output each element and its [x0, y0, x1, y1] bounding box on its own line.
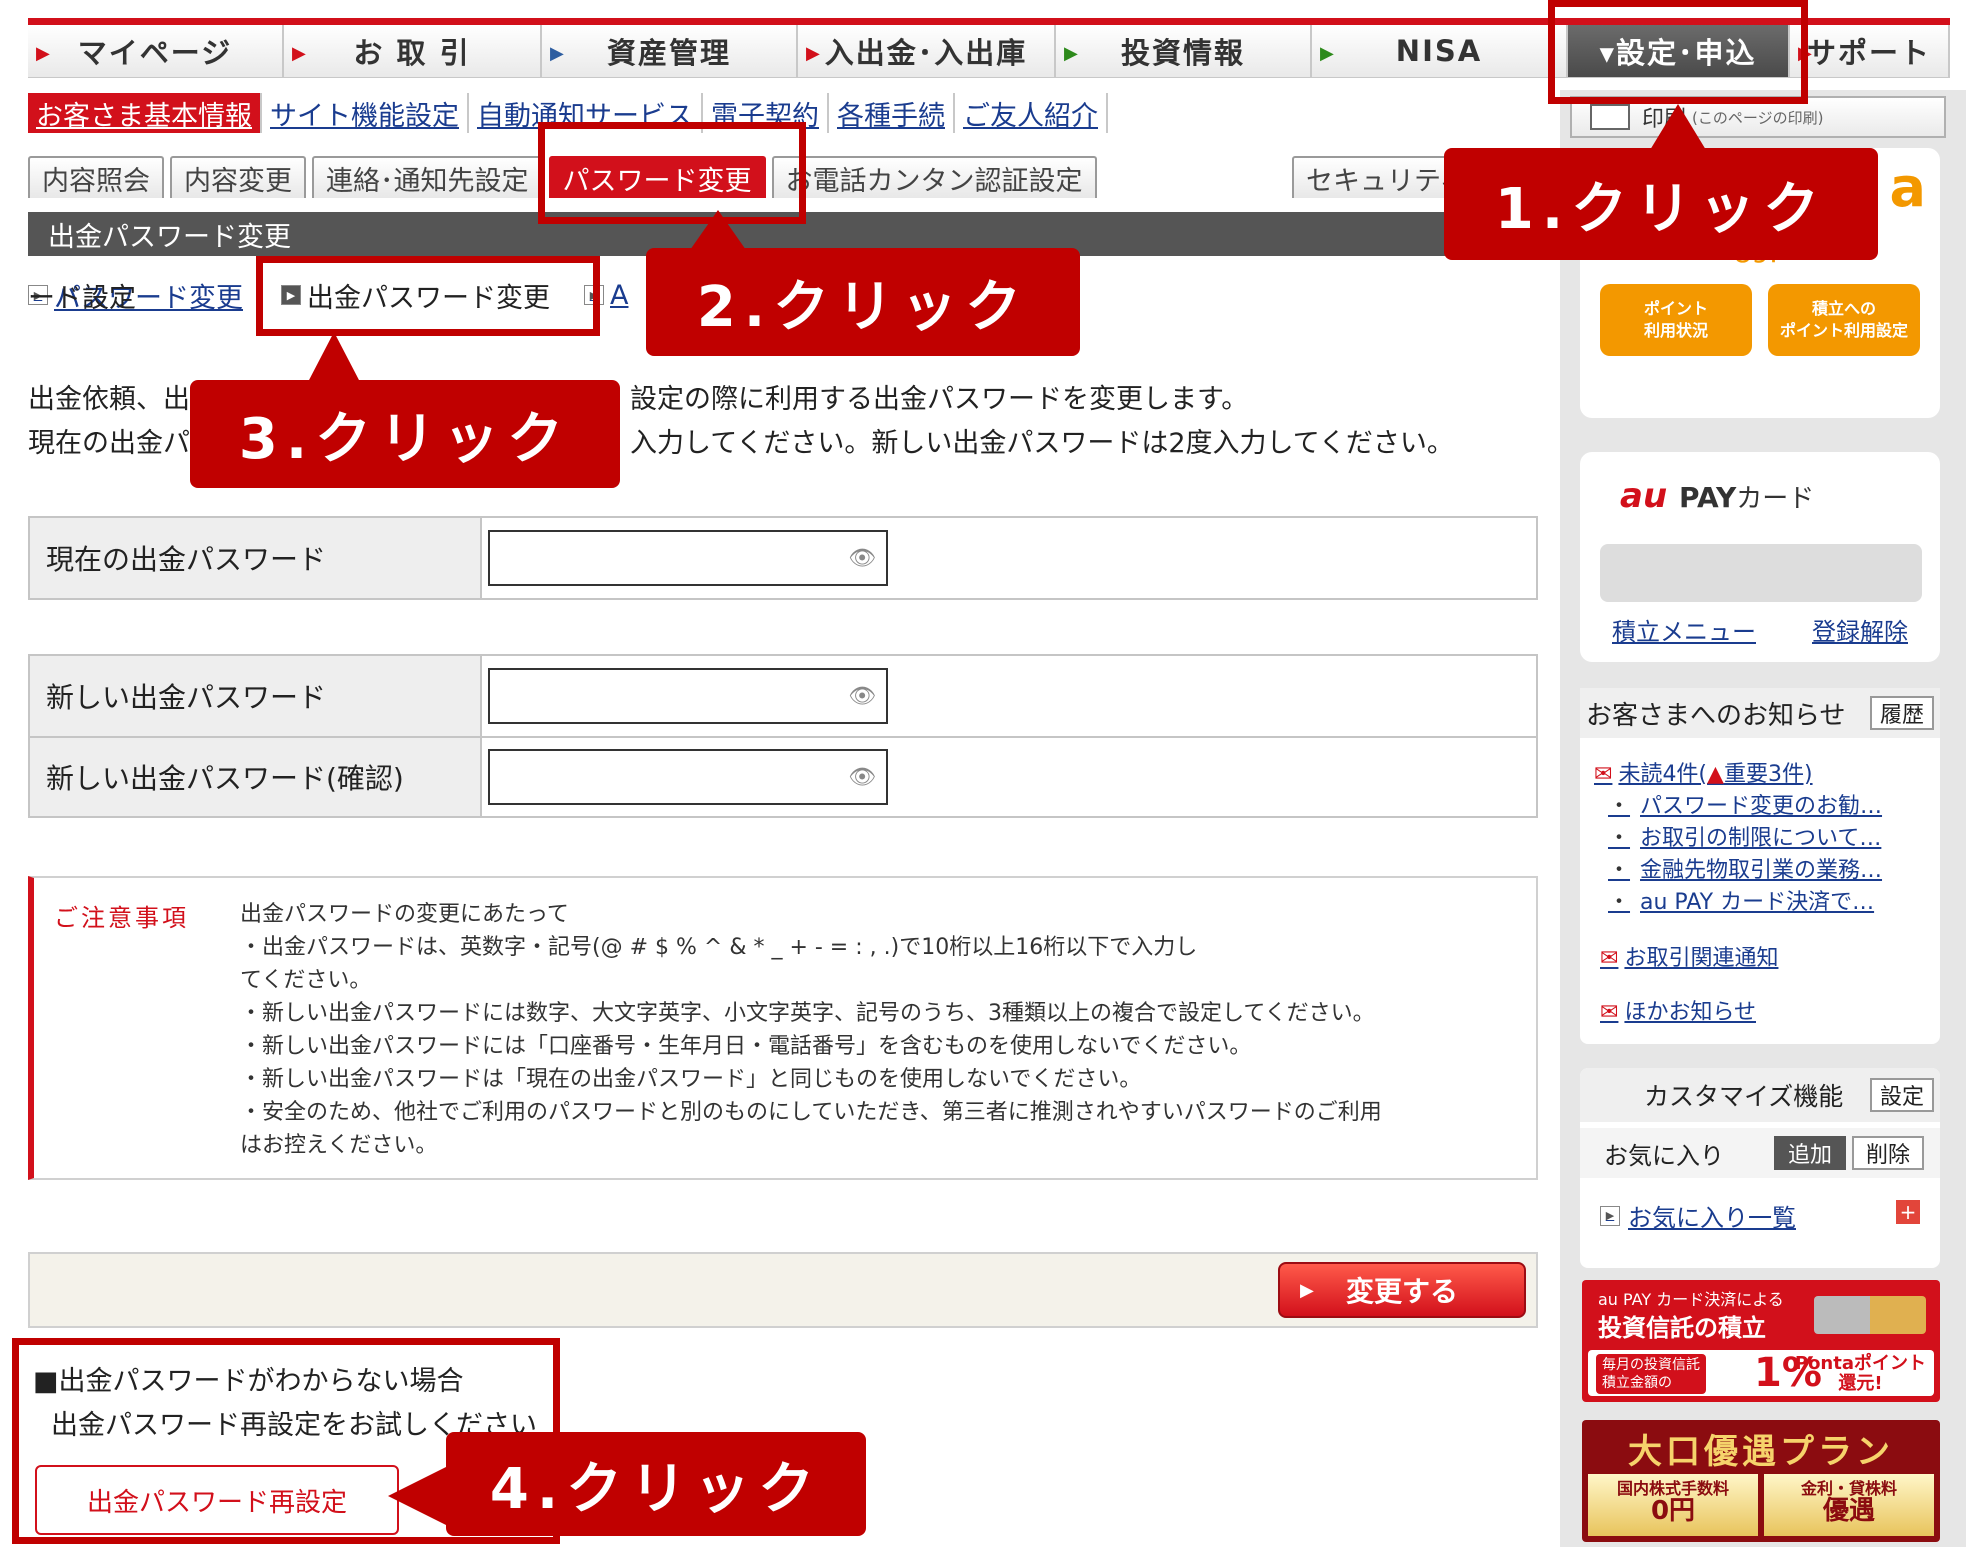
- arrow-right-icon: ▶: [1064, 43, 1080, 64]
- current-password-input[interactable]: [490, 532, 830, 582]
- notice-unread-link[interactable]: ✉ 未読4件(▲重要3件): [1594, 756, 1813, 788]
- arrow-right-icon: ▶: [36, 43, 52, 64]
- callout-4: 4.クリック: [446, 1432, 866, 1536]
- subnav-basic-info[interactable]: お客さま基本情報: [28, 93, 262, 133]
- password-reset-button[interactable]: 出金パスワード再設定: [35, 1465, 399, 1535]
- tab-phone-auth[interactable]: お電話カンタン認証設定: [771, 156, 1097, 198]
- ponta-logo: a: [1889, 156, 1926, 219]
- point-usage-button[interactable]: ポイント 利用状況: [1600, 284, 1752, 356]
- arrow-right-icon: ▶: [292, 43, 308, 64]
- notice-item[interactable]: ・パスワード変更のお勧…: [1608, 788, 1882, 820]
- eye-icon[interactable]: 👁: [848, 684, 876, 709]
- mail-icon: ✉: [1594, 762, 1613, 787]
- nav-support[interactable]: ▶ サポート: [1790, 25, 1950, 78]
- confirm-password-input[interactable]: [490, 751, 830, 801]
- arrow-right-icon: ▶: [550, 43, 566, 64]
- aupay-invest-banner[interactable]: au PAY カード決済による 投資信託の積立 毎月の投資信託 積立金額の 1% …: [1582, 1280, 1940, 1402]
- confirm-password-label: 新しい出金パスワード(確認): [30, 738, 482, 816]
- new-password-form: 新しい出金パスワード 👁 新しい出金パスワード(確認) 👁: [28, 654, 1538, 818]
- tab-view[interactable]: 内容照会: [28, 156, 164, 198]
- favorite-delete-button[interactable]: 削除: [1852, 1136, 1924, 1170]
- notes-body: 出金パスワードの変更にあたって ・出金パスワードは、英数字・記号(@ # $ %…: [240, 902, 1382, 1158]
- notice-item[interactable]: ・ au PAY カード決済で…: [1608, 884, 1874, 916]
- notice-history-button[interactable]: 履歴: [1869, 696, 1934, 730]
- customize-setting-button[interactable]: 設定: [1869, 1078, 1934, 1112]
- subnav-site-settings[interactable]: サイト機能設定: [262, 93, 469, 133]
- notes-box: ご注意事項 出金パスワードの変更にあたって ・出金パスワードは、英数字・記号(@…: [28, 876, 1538, 1180]
- nav-assets[interactable]: ▶ 資産管理: [542, 25, 798, 78]
- customize-panel: カスタマイズ機能 設定 お気に入り 追加 削除 ▶ お気に入り一覧 +: [1580, 1068, 1940, 1268]
- arrow-right-icon: ▶: [1320, 43, 1336, 64]
- callout-1: 1.クリック: [1444, 148, 1878, 260]
- callout-2: 2.クリック: [646, 248, 1080, 356]
- nav-trade[interactable]: ▶ お 取 引: [284, 25, 542, 78]
- mail-icon: ✉: [1600, 1000, 1619, 1025]
- notice-item[interactable]: ・金融先物取引業の業務…: [1608, 852, 1882, 884]
- callout-pointer: [388, 1466, 448, 1526]
- notes-title: ご注意事項: [54, 904, 189, 932]
- confirm-password-field[interactable]: 👁: [488, 749, 888, 805]
- highlight-withdraw-link: [256, 256, 600, 336]
- printer-icon: [1590, 104, 1630, 130]
- eye-icon[interactable]: 👁: [848, 765, 876, 790]
- aupay-logo: au PAYカード: [1620, 476, 1815, 516]
- current-password-field[interactable]: 👁: [488, 530, 888, 586]
- card-image: [1814, 1296, 1926, 1334]
- arrow-right-icon: ▶: [1600, 1205, 1620, 1226]
- nav-info[interactable]: ▶ 投資情報: [1056, 25, 1312, 78]
- large-client-plan-banner[interactable]: 大口優遇プラン 国内株式手数料 0円 金利・貸株料 優遇: [1582, 1420, 1940, 1542]
- forgot-heading: ■出金パスワードがわからない場合: [33, 1366, 464, 1397]
- callout-pointer: [690, 210, 746, 250]
- subnav-procedures[interactable]: 各種手続: [829, 93, 955, 133]
- arrow-right-icon: ▶: [806, 43, 822, 64]
- highlight-settings-tab: [1548, 0, 1808, 104]
- current-password-label: 現在の出金パスワード: [30, 518, 482, 598]
- mail-icon: ✉: [1600, 946, 1619, 971]
- current-password-form: 現在の出金パスワード 👁: [28, 516, 1538, 600]
- point-invest-setting-button[interactable]: 積立への ポイント利用設定: [1768, 284, 1920, 356]
- other-notice-link[interactable]: ✉ ほかお知らせ: [1600, 994, 1756, 1026]
- subnav-referral[interactable]: ご友人紹介: [955, 93, 1108, 133]
- tab-contact[interactable]: 連絡･通知先設定: [312, 156, 543, 198]
- new-password-input[interactable]: [490, 670, 830, 720]
- tab-edit[interactable]: 内容変更: [170, 156, 306, 198]
- aupay-unregister-link[interactable]: 登録解除: [1812, 612, 1908, 647]
- callout-pointer: [1650, 104, 1706, 150]
- notice-panel: お客さまへのお知らせ 履歴 ✉ 未読4件(▲重要3件) ・パスワード変更のお勧… …: [1580, 688, 1940, 1044]
- highlight-password-tab: [538, 122, 806, 224]
- change-button[interactable]: ▶ 変更する: [1278, 1262, 1526, 1318]
- callout-pointer: [308, 332, 360, 382]
- password-setting-link[interactable]: ード設定: [28, 278, 136, 314]
- warning-icon: ▲: [1707, 762, 1724, 787]
- favorites-list-link[interactable]: ▶ お気に入り一覧: [1600, 1198, 1796, 1233]
- nav-mypage[interactable]: ▶ マイページ: [28, 25, 284, 78]
- notice-item[interactable]: ・お取引の制限について…: [1608, 820, 1881, 852]
- arrow-right-icon: ▶: [1300, 1279, 1314, 1301]
- new-password-field[interactable]: 👁: [488, 668, 888, 724]
- nav-deposit[interactable]: ▶ 入出金･入出庫: [798, 25, 1056, 78]
- callout-3: 3.クリック: [190, 380, 620, 488]
- trade-notice-link[interactable]: ✉ お取引関連通知: [1600, 940, 1778, 972]
- favorite-add-button[interactable]: 追加: [1774, 1136, 1846, 1170]
- nav-nisa[interactable]: ▶ NISA: [1312, 25, 1568, 78]
- eye-icon[interactable]: 👁: [848, 546, 876, 571]
- aupay-placeholder: [1600, 544, 1922, 602]
- submit-bar: ▶ 変更する: [28, 1252, 1538, 1328]
- new-password-label: 新しい出金パスワード: [30, 656, 482, 736]
- aupay-card: au PAYカード 積立メニュー 登録解除: [1580, 452, 1940, 662]
- aupay-menu-link[interactable]: 積立メニュー: [1612, 612, 1756, 647]
- plus-icon[interactable]: +: [1896, 1200, 1920, 1224]
